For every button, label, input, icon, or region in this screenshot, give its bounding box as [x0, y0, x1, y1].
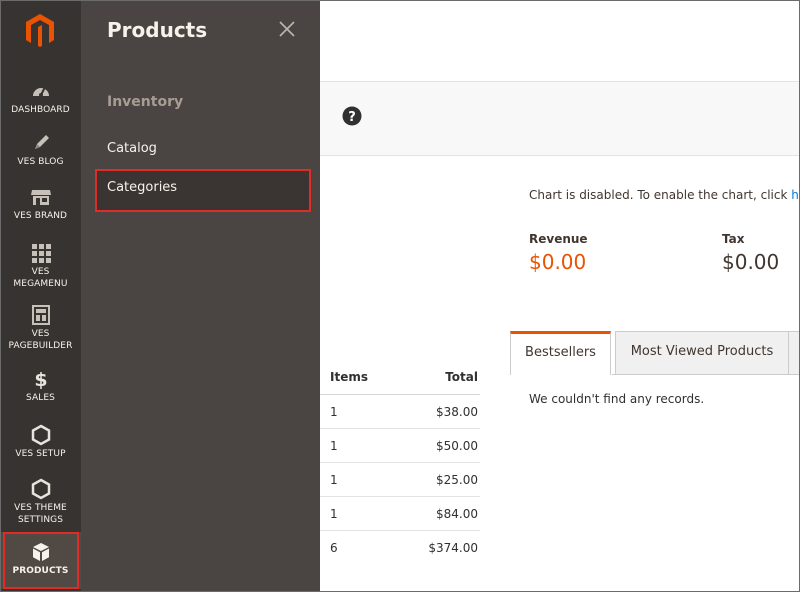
nav-item-dashboard[interactable]: DASHBOARD: [0, 80, 81, 116]
hexagon-icon: [31, 478, 50, 500]
revenue-label: Revenue: [529, 232, 588, 246]
dashboard-tabs: Bestsellers Most Viewed Products: [510, 331, 800, 375]
nav-label-line2: PAGEBUILDER: [8, 341, 73, 351]
products-submenu: Products Inventory Catalog Categories: [81, 0, 320, 592]
nav-item-ves-theme-settings[interactable]: VES THEME SETTINGS: [0, 478, 81, 526]
cell-total: $38.00: [436, 405, 478, 419]
layout-icon: [31, 305, 50, 325]
nav-label: VES PAGEBUILDER: [0, 328, 81, 352]
enable-chart-link[interactable]: here: [791, 188, 800, 202]
table-row[interactable]: 1 $50.00: [320, 429, 480, 463]
magento-logo-icon[interactable]: [20, 10, 60, 50]
admin-sidebar: DASHBOARD VES BLOG VES BRAND VES MEGAMEN…: [0, 0, 81, 592]
submenu-title: Products: [107, 18, 208, 42]
submenu-link-categories[interactable]: Categories: [107, 180, 177, 195]
submenu-link-catalog[interactable]: Catalog: [107, 141, 157, 156]
hexagon-icon: [31, 424, 50, 446]
store-icon: [30, 190, 51, 205]
nav-label-line2: MEGAMENU: [13, 279, 68, 289]
tabs-divider: [612, 374, 800, 375]
cell-items: 1: [330, 473, 338, 487]
tab-next-partial[interactable]: [788, 331, 800, 375]
nav-label: VES SETUP: [15, 449, 66, 459]
nav-label: VES BRAND: [13, 211, 68, 221]
column-header-items: Items: [330, 370, 368, 384]
help-icon[interactable]: ?: [342, 106, 362, 126]
table-row[interactable]: 1 $84.00: [320, 497, 480, 531]
cell-total: $50.00: [436, 439, 478, 453]
nav-label-line1: VES: [31, 329, 50, 339]
cell-items: 1: [330, 507, 338, 521]
table-header: Items Total: [320, 362, 480, 395]
last-orders-table: Items Total 1 $38.00 1 $50.00 1 $25.00 1…: [320, 362, 480, 565]
nav-label: VES THEME SETTINGS: [0, 502, 81, 526]
page-header: [320, 0, 800, 82]
tax-label: Tax: [722, 232, 745, 246]
nav-label: VES BLOG: [17, 157, 64, 167]
nav-label: VES MEGAMENU: [0, 266, 81, 290]
nav-label: SALES: [26, 393, 55, 403]
cell-items: 1: [330, 439, 338, 453]
column-header-total: Total: [445, 370, 478, 384]
pencil-icon: [34, 135, 49, 149]
table-row[interactable]: 6 $374.00: [320, 531, 480, 565]
nav-item-ves-setup[interactable]: VES SETUP: [0, 424, 81, 460]
cell-items: 6: [330, 541, 338, 555]
nav-item-ves-megamenu[interactable]: VES MEGAMENU: [0, 242, 81, 290]
empty-records-message: We couldn't find any records.: [529, 392, 705, 406]
chart-message-text: Chart is disabled. To enable the chart, …: [529, 188, 792, 202]
nav-label-line1: VES: [31, 267, 50, 277]
cell-items: 1: [330, 405, 338, 419]
nav-item-ves-brand[interactable]: VES BRAND: [0, 186, 81, 222]
cell-total: $84.00: [436, 507, 478, 521]
page-actions-bar: ?: [320, 82, 800, 156]
dollar-icon: $: [34, 369, 47, 390]
cell-total: $25.00: [436, 473, 478, 487]
table-row[interactable]: 1 $38.00: [320, 395, 480, 429]
svg-text:$: $: [34, 369, 47, 390]
nav-item-ves-pagebuilder[interactable]: VES PAGEBUILDER: [0, 304, 81, 352]
tax-value: $0.00: [722, 250, 780, 274]
close-icon[interactable]: [277, 19, 297, 39]
tab-most-viewed-products[interactable]: Most Viewed Products: [615, 331, 789, 375]
cell-total: $374.00: [428, 541, 478, 555]
gauge-icon: [32, 86, 49, 97]
nav-label-line2: SETTINGS: [17, 515, 64, 525]
table-row[interactable]: 1 $25.00: [320, 463, 480, 497]
chart-disabled-message: Chart is disabled. To enable the chart, …: [529, 188, 800, 202]
submenu-section-inventory: Inventory: [107, 94, 184, 110]
revenue-value: $0.00: [529, 250, 587, 274]
nav-item-sales[interactable]: $ SALES: [0, 368, 81, 404]
nav-item-ves-blog[interactable]: VES BLOG: [0, 132, 81, 168]
svg-text:?: ?: [348, 110, 356, 125]
nav-label: DASHBOARD: [11, 105, 70, 115]
products-highlight-box: [3, 532, 79, 589]
grid-icon: [31, 244, 51, 263]
tab-bestsellers[interactable]: Bestsellers: [510, 331, 611, 375]
nav-label-line1: VES THEME: [14, 503, 67, 513]
